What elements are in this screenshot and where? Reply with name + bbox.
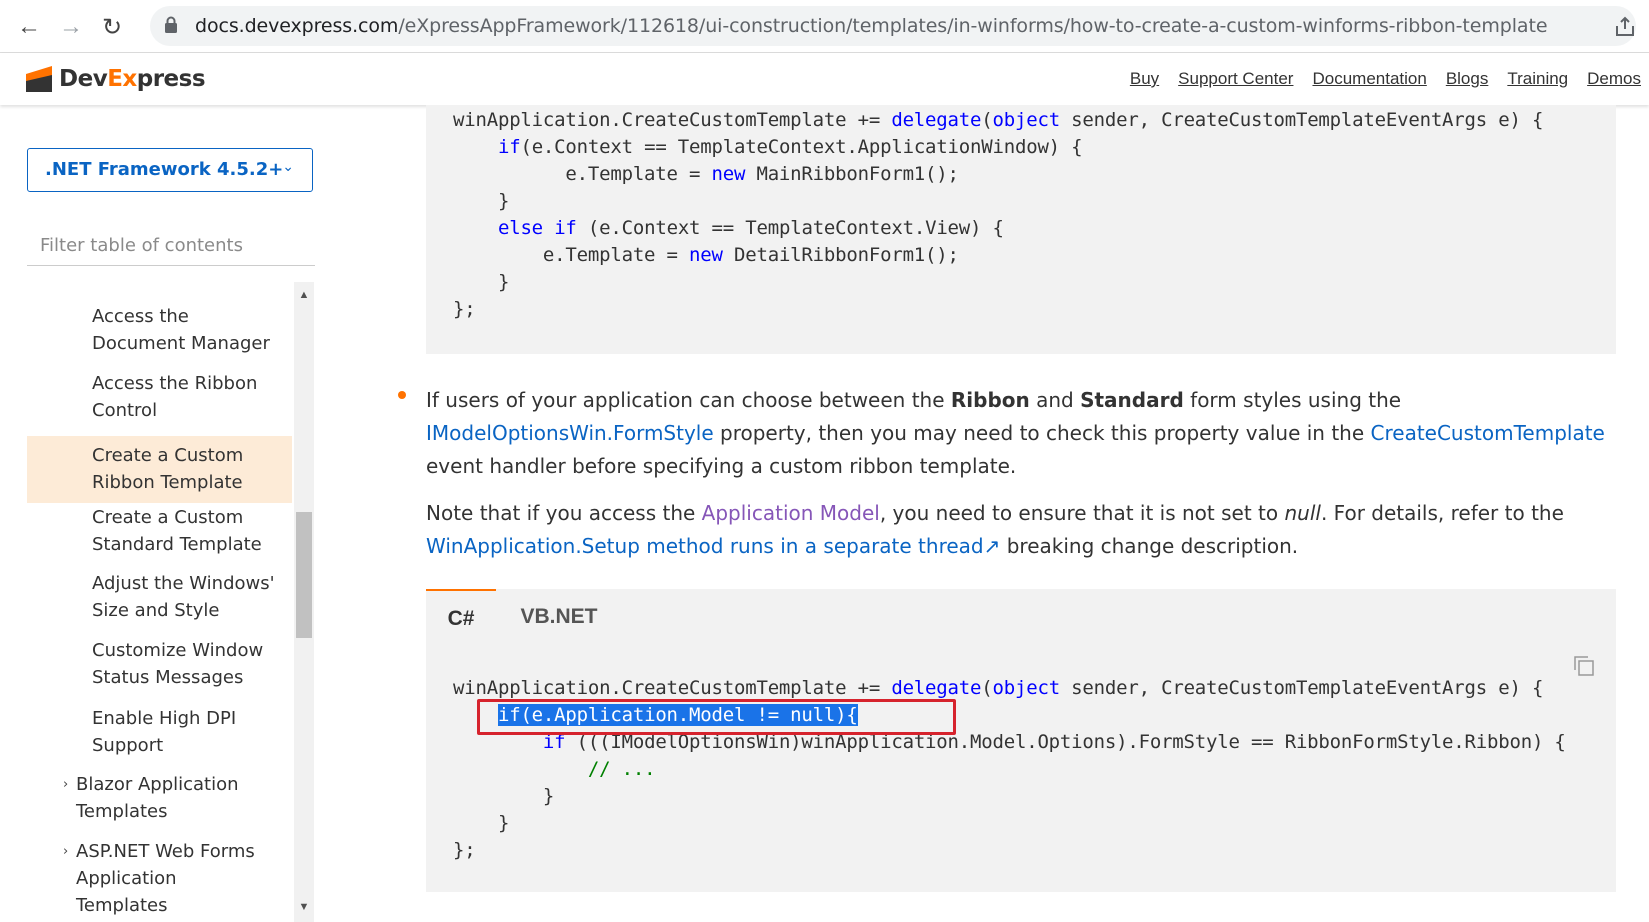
scroll-down-arrow-icon[interactable]: ▼ (296, 901, 312, 917)
toc-item-create-custom-standard-template[interactable]: Create a Custom Standard Template (27, 504, 292, 558)
nav-blogs[interactable]: Blogs (1446, 69, 1489, 89)
toc-item-blazor-application-templates[interactable]: › Blazor Application Templates (27, 771, 292, 825)
highlight-box (477, 699, 956, 735)
copy-icon[interactable] (1573, 655, 1594, 676)
nav-documentation[interactable]: Documentation (1312, 69, 1426, 89)
tab-vbnet[interactable]: VB.NET (519, 589, 599, 645)
bullet-marker (398, 391, 406, 399)
framework-select[interactable]: .NET Framework 4.5.2+ ⌄ (27, 148, 313, 192)
table-of-contents: Access the Document Manager Access the R… (27, 282, 292, 922)
paragraph-application-model-note: Note that if you access the Application … (426, 501, 1564, 558)
reload-icon[interactable]: ↻ (97, 12, 127, 42)
toc-item-enable-high-dpi-support[interactable]: Enable High DPI Support (27, 705, 292, 759)
nav-training[interactable]: Training (1507, 69, 1568, 89)
forward-icon[interactable]: → (56, 12, 86, 42)
toc-item-adjust-windows-size-style[interactable]: Adjust the Windows' Size and Style (27, 570, 292, 624)
scroll-up-arrow-icon[interactable]: ▲ (296, 289, 312, 305)
code-block-2: winApplication.CreateCustomTemplate += d… (426, 645, 1616, 892)
toc-item-customize-window-status-messages[interactable]: Customize Window Status Messages (27, 637, 292, 691)
toc-scrollbar-thumb[interactable] (296, 512, 312, 638)
chevron-right-icon: › (63, 844, 69, 859)
framework-select-value: .NET Framework 4.5.2+ (45, 159, 284, 180)
share-icon[interactable] (1614, 16, 1636, 43)
nav-buy[interactable]: Buy (1130, 69, 1159, 89)
brand-name: DevExpress (59, 66, 206, 92)
nav-support-center[interactable]: Support Center (1178, 69, 1293, 89)
link-imodeloptionswin-formstyle[interactable]: IModelOptionsWin.FormStyle (426, 421, 714, 445)
chevron-down-icon: ⌄ (282, 158, 294, 174)
toc-item-access-ribbon-control[interactable]: Access the Ribbon Control (27, 370, 292, 424)
toc-item-access-document-manager[interactable]: Access the Document Manager (27, 303, 292, 357)
lock-icon[interactable] (164, 16, 178, 39)
code-snippet-1: winApplication.CreateCustomTemplate += d… (453, 109, 1544, 320)
code-language-tabs: C# VB.NET (426, 589, 1616, 647)
code-block-1: winApplication.CreateCustomTemplate += d… (426, 105, 1616, 354)
devexpress-logo-icon (26, 66, 52, 92)
site-header: DevExpress Buy Support Center Documentat… (0, 53, 1649, 105)
link-application-model[interactable]: Application Model (702, 501, 880, 525)
nav-demos[interactable]: Demos (1587, 69, 1641, 89)
browser-toolbar: ← → ↻ docs.devexpress.com/eXpressAppFram… (0, 0, 1649, 53)
devexpress-logo[interactable]: DevExpress (26, 66, 206, 92)
toc-item-create-custom-ribbon-template[interactable]: Create a Custom Ribbon Template (27, 436, 292, 503)
paragraph-form-style: If users of your application can choose … (426, 388, 1605, 478)
toc-item-aspnet-web-forms-application-templates[interactable]: › ASP.NET Web Forms Application Template… (27, 838, 292, 916)
toc-filter-input[interactable] (27, 226, 315, 266)
link-winapplication-setup-breaking-change[interactable]: WinApplication.Setup method runs in a se… (426, 534, 1000, 558)
top-nav: Buy Support Center Documentation Blogs T… (1130, 69, 1649, 89)
external-link-icon: ↗ (983, 534, 1001, 558)
back-icon[interactable]: ← (14, 12, 44, 42)
url-text: docs.devexpress.com/eXpressAppFramework/… (195, 15, 1548, 37)
address-bar[interactable]: docs.devexpress.com/eXpressAppFramework/… (150, 6, 1636, 46)
chevron-right-icon: › (63, 777, 69, 792)
link-createcustomtemplate[interactable]: CreateCustomTemplate (1371, 421, 1605, 445)
tab-csharp[interactable]: C# (426, 589, 496, 647)
